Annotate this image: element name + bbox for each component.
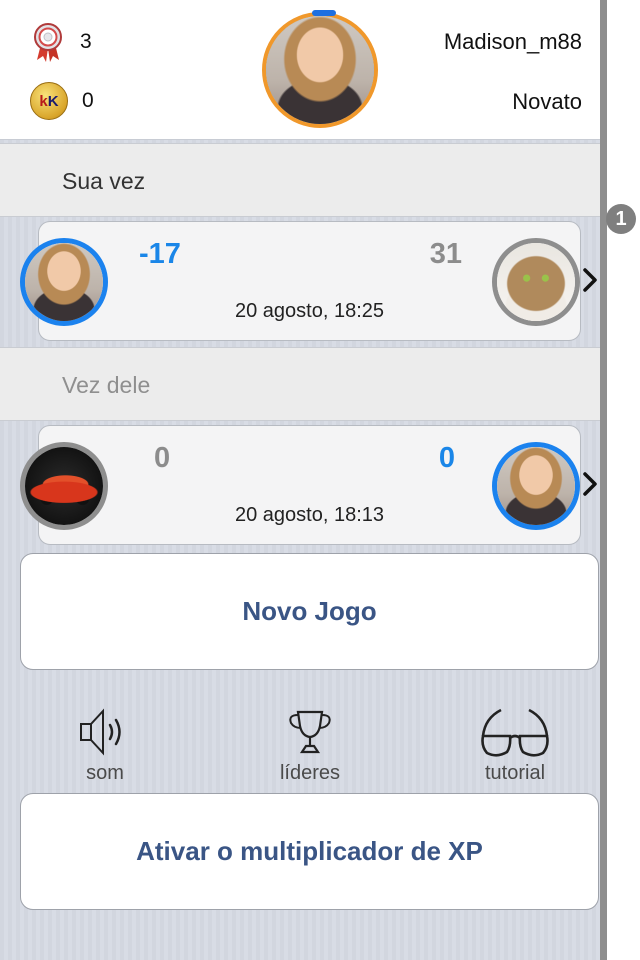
glasses-icon <box>481 708 549 757</box>
side-panel: 1 <box>600 0 640 960</box>
xp-multiplier-button[interactable]: Ativar o multiplicador de XP <box>20 793 599 910</box>
speaker-icon <box>80 708 121 756</box>
coins-count: 0 <box>82 89 94 112</box>
tutorial-label: tutorial <box>484 762 546 784</box>
new-game-button[interactable]: Novo Jogo <box>20 553 599 670</box>
xp-progress-indicator <box>312 10 336 16</box>
sound-button[interactable]: som <box>45 706 165 785</box>
rank-label: Novato <box>512 89 582 114</box>
leaders-button[interactable]: líderes <box>250 706 370 785</box>
player-avatar <box>20 238 108 326</box>
game-left-score: -17 <box>139 238 181 270</box>
leaders-label: líderes <box>279 762 341 784</box>
medals-count: 3 <box>80 30 92 53</box>
tutorial-button[interactable]: tutorial <box>455 706 575 785</box>
side-divider[interactable] <box>600 0 607 960</box>
coin-icon: kK <box>30 82 68 120</box>
coins-stat: kK 0 <box>30 82 94 120</box>
medals-stat: 3 <box>30 22 92 62</box>
section-their-turn: Vez dele <box>0 347 600 421</box>
profile-header: 3 kK 0 Madison_m88 Novato <box>0 0 600 140</box>
opponent-avatar <box>20 442 108 530</box>
section-their-turn-label: Vez dele <box>62 372 151 398</box>
sound-label: som <box>86 762 124 784</box>
main-panel: 3 kK 0 Madison_m88 Novato Sua vez -17 31… <box>0 0 600 960</box>
game-right-score: 31 <box>429 238 462 270</box>
game-right-score: 0 <box>438 442 455 474</box>
chevron-right-icon <box>583 268 597 292</box>
section-your-turn: Sua vez <box>0 143 600 217</box>
chevron-right-icon <box>583 472 597 496</box>
medal-icon <box>34 23 62 62</box>
trophy-icon <box>289 710 331 754</box>
profile-avatar[interactable] <box>262 12 378 128</box>
username: Madison_m88 <box>443 29 582 54</box>
section-your-turn-label: Sua vez <box>62 168 146 194</box>
notification-badge[interactable]: 1 <box>606 204 636 234</box>
opponent-avatar <box>492 238 580 326</box>
player-avatar <box>492 442 580 530</box>
game-left-score: 0 <box>154 442 171 474</box>
